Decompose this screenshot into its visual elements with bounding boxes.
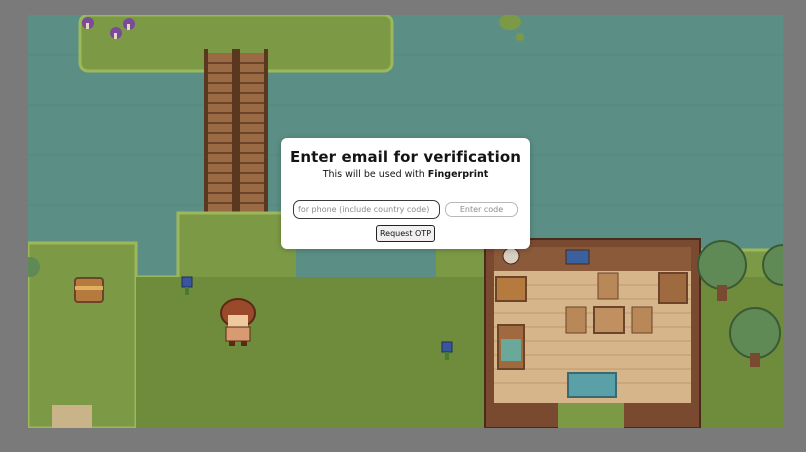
modal-subtitle-brand: Fingerprint	[427, 169, 489, 180]
table-icon	[593, 306, 625, 334]
modal-subtitle-prefix: This will be used with	[322, 169, 428, 180]
rug-icon	[567, 372, 617, 398]
chair-icon	[565, 306, 587, 334]
dirt-path	[52, 405, 92, 428]
clock-icon	[502, 247, 520, 265]
phone-input[interactable]	[293, 200, 440, 219]
left-land	[28, 241, 138, 428]
chair-icon	[597, 272, 619, 300]
chair-icon	[631, 306, 653, 334]
modal-subtitle: This will be used with Fingerprint	[281, 169, 530, 180]
verification-modal: Enter email for verification This will b…	[281, 138, 530, 249]
bridge-right	[236, 49, 268, 233]
bridge-left	[204, 49, 236, 233]
painting-icon	[565, 249, 590, 265]
player-character[interactable]	[220, 298, 256, 346]
code-input[interactable]	[445, 202, 518, 217]
modal-title: Enter email for verification	[289, 148, 522, 166]
chest-icon	[74, 277, 104, 303]
chest-icon	[495, 276, 527, 302]
dresser-icon	[658, 272, 688, 304]
house	[484, 238, 701, 428]
lily-pad-small-icon	[516, 33, 524, 41]
request-otp-button[interactable]: Request OTP	[376, 225, 435, 242]
